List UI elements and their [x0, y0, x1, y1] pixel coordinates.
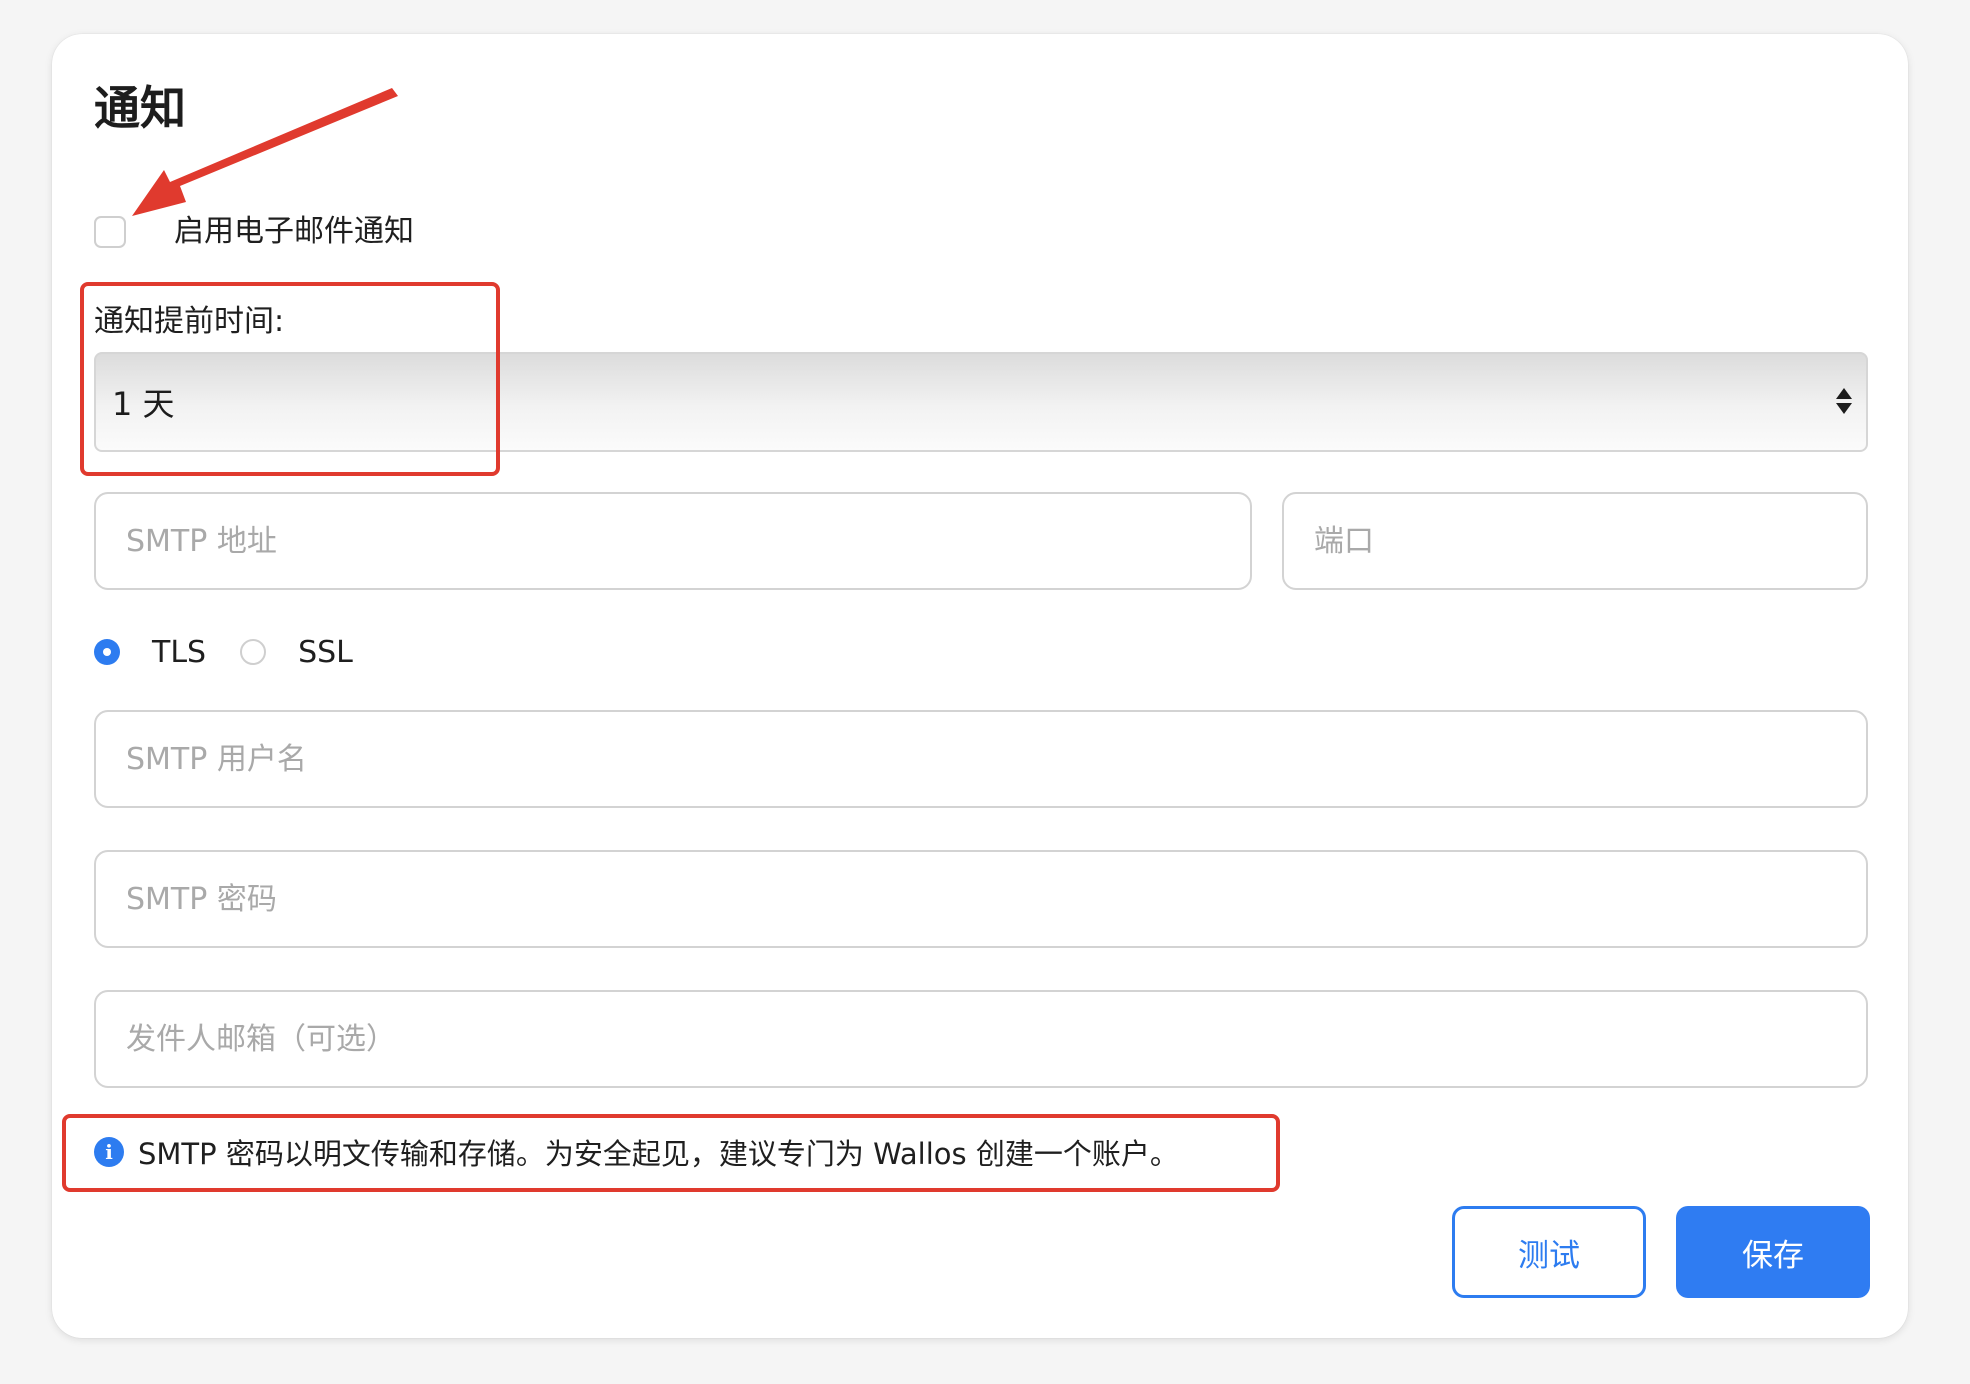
annotation-arrow-icon	[132, 88, 398, 216]
